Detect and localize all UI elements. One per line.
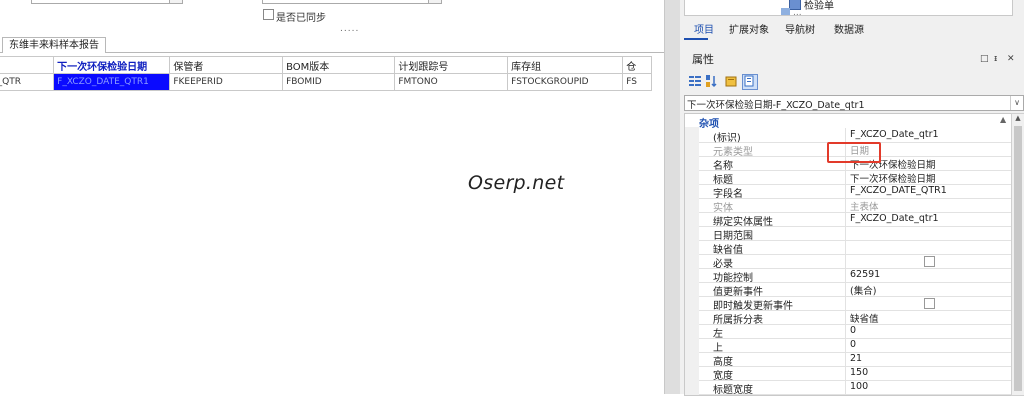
alphabetical-sort-icon[interactable] [705,74,719,88]
category-row[interactable]: 杂项 ▲ [685,114,1011,130]
grid-gutter [685,127,699,395]
splitter-handle[interactable]: ..... [340,24,359,34]
scrollbar-thumb[interactable] [1014,126,1022,391]
property-value[interactable]: F_XCZO_DATE_QTR1 [850,185,947,196]
property-value[interactable]: 100 [850,381,868,392]
property-row-width[interactable]: 宽度 150 [699,366,1011,382]
right-panels: 检验单 ... 项目 扩展对象 导航树 数据源 属性 □ ᵻ ✕ 下一次环保检验… [680,0,1024,396]
panel-tabs: 项目 扩展对象 导航树 数据源 [684,18,1024,38]
property-row-identifier[interactable]: (标识) F_XCZO_Date_qtr1 [699,128,1011,144]
tab-navigation-tree[interactable]: 导航树 [785,21,815,36]
property-value[interactable]: 0 [850,339,856,350]
grid-cell[interactable]: FBOMID [282,73,396,91]
grid-header-keeper[interactable]: 保管者 [169,56,284,74]
close-icon[interactable]: ✕ [1007,54,1015,64]
property-row-instant-trigger[interactable]: 即时触发更新事件 [699,296,1011,312]
checkbox-box[interactable] [263,9,274,20]
field-dropdown-button[interactable] [169,0,182,3]
properties-title-bar: 属性 □ ᵻ ✕ [684,46,1020,68]
grid-cell-selected[interactable]: F_XCZO_DATE_QTR1 [53,73,171,91]
object-selector-combo[interactable]: 下一次环保检验日期-F_XCZO_Date_qtr1 ∨ [684,95,1024,111]
property-value[interactable]: 150 [850,367,868,378]
property-value[interactable]: 下一次环保检验日期 [850,171,936,185]
designer-field-input-2[interactable] [262,0,442,4]
property-value[interactable]: 主表体 [850,199,879,213]
property-value[interactable]: (集合) [850,283,876,297]
tree-item-partial[interactable]: ... [781,8,802,18]
property-value[interactable]: 缺省值 [850,311,879,325]
grid-header-next-inspection-date[interactable]: 下一次环保检验日期 [53,56,171,74]
property-row-height[interactable]: 高度 21 [699,352,1011,368]
property-row-required[interactable]: 必录 [699,254,1011,270]
property-row-function-control[interactable]: 功能控制 62591 [699,268,1011,284]
property-value[interactable]: F_XCZO_Date_qtr1 [850,129,939,140]
property-row-default-value[interactable]: 缺省值 [699,240,1011,256]
property-value[interactable]: 0 [850,325,856,336]
grid-header-mto-number[interactable]: 计划跟踪号 [394,56,509,74]
tree-item-label: ... [793,8,802,18]
navigation-tree: 检验单 ... [684,0,1013,18]
grid-cell[interactable]: FMTONO [394,73,509,91]
tree-item-label: 检验单 [804,1,834,12]
property-row-left[interactable]: 左0 [699,324,1011,340]
grid-header-bom-version[interactable]: BOM版本 [282,56,396,74]
highlight-annotation-box [827,142,881,163]
entry-grid: 下一次环保检验日期 保管者 BOM版本 计划跟踪号 库存组 仓 E_QTR F_… [0,56,652,91]
scroll-up-icon[interactable]: ▲ [1012,114,1024,124]
property-row-caption[interactable]: 标题 下一次环保检验日期 [699,170,1011,186]
property-grid-scrollbar[interactable]: ▲ [1011,113,1024,396]
field-dropdown-button-2[interactable] [428,0,441,3]
tab-sample-report[interactable]: 东维丰来料样本报告 [2,37,106,53]
property-value[interactable]: 21 [850,353,862,364]
property-value[interactable]: F_XCZO_Date_qtr1 [850,213,939,224]
float-window-icon[interactable]: □ [980,54,989,64]
grid-cell[interactable]: FKEEPERID [169,73,284,91]
categorized-view-icon[interactable] [688,74,702,88]
property-pages-icon[interactable] [724,74,738,88]
chevron-down-icon[interactable]: ∨ [1010,96,1023,110]
grid-cell[interactable]: FSTOCKGROUPID [507,73,624,91]
pin-icon[interactable]: ᵻ [994,54,997,64]
property-row-top[interactable]: 上0 [699,338,1011,354]
grid-cell[interactable]: E_QTR [0,73,55,91]
active-tab-indicator [684,38,708,40]
property-row-date-range[interactable]: 日期范围 [699,226,1011,242]
panel-splitter[interactable] [664,0,681,394]
property-value[interactable]: 62591 [850,269,880,280]
property-row-caption-width[interactable]: 标题宽度 100 [699,380,1011,395]
watermark-text: Oserp.net [468,172,565,194]
sync-checkbox[interactable] [263,9,274,22]
tab-data-source[interactable]: 数据源 [834,21,864,36]
properties-view-icon[interactable] [742,74,758,90]
form-designer-canvas: 是否已同步 ..... 东维丰来料样本报告 下一次环保检验日期 保管者 BOM版… [0,0,664,394]
property-row-bound-entity-property[interactable]: 绑定实体属性 F_XCZO_Date_qtr1 [699,212,1011,228]
grid-field-row: E_QTR F_XCZO_DATE_QTR1 FKEEPERID FBOMID … [0,73,652,91]
instant-trigger-checkbox[interactable] [924,298,935,309]
property-row-split-table[interactable]: 所属拆分表 缺省值 [699,310,1011,326]
grid-cell[interactable]: FS [622,73,652,91]
tab-project[interactable]: 项目 [694,21,714,36]
property-row-value-update-event[interactable]: 值更新事件 (集合) [699,282,1011,298]
grid-header-stock-group[interactable]: 库存组 [507,56,624,74]
sync-label: 是否已同步 [276,13,326,24]
grid-header-row: 下一次环保检验日期 保管者 BOM版本 计划跟踪号 库存组 仓 [0,56,652,74]
designer-field-input[interactable] [31,0,183,4]
tab-extension-objects[interactable]: 扩展对象 [729,21,769,36]
properties-toolbar [684,72,1020,92]
grid-header-cell[interactable] [0,56,55,74]
property-row-field-name[interactable]: 字段名 F_XCZO_DATE_QTR1 [699,184,1011,200]
grid-header-warehouse[interactable]: 仓 [622,56,652,74]
form-icon [781,8,790,15]
required-checkbox[interactable] [924,256,935,267]
property-row-entity[interactable]: 实体 主表体 [699,198,1011,214]
collapse-icon[interactable]: ▲ [1000,115,1006,124]
object-selector-value: 下一次环保检验日期-F_XCZO_Date_qtr1 [687,100,865,111]
properties-title: 属性 [692,53,714,66]
